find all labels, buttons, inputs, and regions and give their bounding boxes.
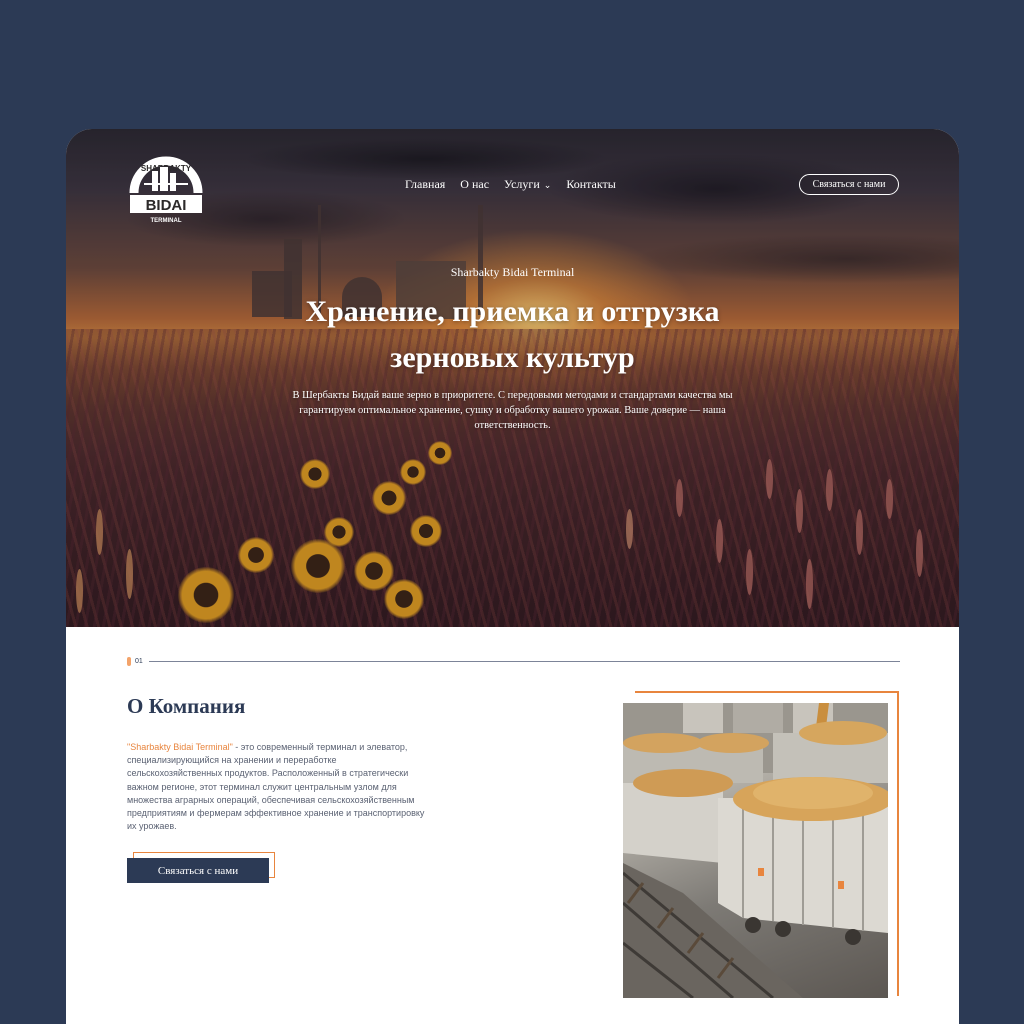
header-contact-button[interactable]: Связаться с нами [799,174,899,195]
page-card: SHARBAKTY BIDAI TERMINAL Главная О нас У… [66,129,959,1024]
nav-item-label: О нас [460,177,490,191]
hero-title-line1: Хранение, приемка и отгрузка [305,295,720,328]
nav-item-services[interactable]: Услуги ⌄ [504,177,551,192]
grain-train-photo [623,703,888,998]
nav-item-home[interactable]: Главная [405,177,445,192]
about-body: - это современный терминал и элеватор, с… [127,742,425,832]
hero-section: SHARBAKTY BIDAI TERMINAL Главная О нас У… [66,129,959,627]
section-number: 01 [135,657,143,665]
hero-description: В Шербакты Бидай ваше зерно в приоритете… [292,390,733,431]
divider-line [148,660,900,662]
hero-title-line2: зерновых культур [390,341,635,374]
main-nav: Главная О нас Услуги ⌄ Контакты [405,177,616,192]
nav-item-label: Услуги [504,177,540,191]
brand-logo[interactable]: SHARBAKTY BIDAI TERMINAL [126,149,206,225]
nav-item-about[interactable]: О нас [460,177,489,192]
section-divider: 01 [127,656,900,666]
logo-main-text: BIDAI [146,197,187,214]
about-title: О Компания [127,694,246,718]
about-text: "Sharbakty Bidai Terminal" - это совреме… [127,741,427,833]
grain-train-illustration [623,703,888,998]
about-highlight: "Sharbakty Bidai Terminal" [127,742,233,752]
nav-item-label: Контакты [566,177,616,191]
about-contact-button[interactable]: Связаться с нами [127,858,269,883]
logo-bottom-text: TERMINAL [151,218,182,224]
nav-item-contacts[interactable]: Контакты [566,177,616,192]
chevron-down-icon: ⌄ [543,180,552,190]
divider-dot-icon [127,656,131,666]
hero-title: Хранение, приемка и отгрузка зерновых ку… [66,289,959,381]
hero-subtitle: Sharbakty Bidai Terminal [450,265,575,279]
nav-item-label: Главная [405,177,446,191]
